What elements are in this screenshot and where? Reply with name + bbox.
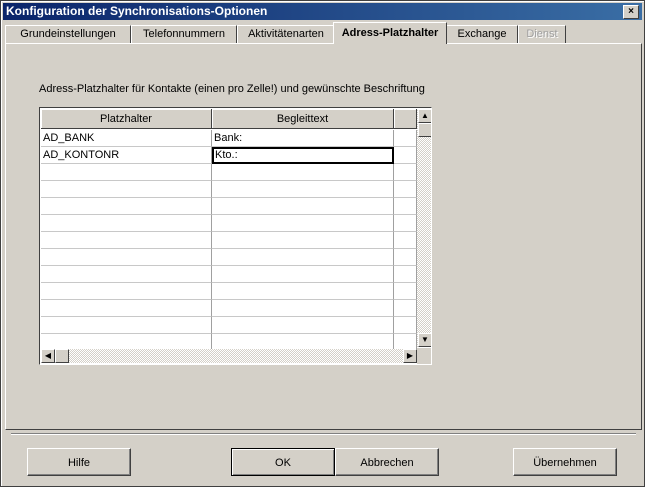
cell-empty: [394, 317, 417, 334]
cell-begleittext[interactable]: [212, 215, 394, 232]
cell-begleittext[interactable]: [212, 266, 394, 283]
scroll-right-button[interactable]: ▶: [403, 349, 417, 363]
divider: [11, 433, 636, 435]
table-row[interactable]: [41, 198, 417, 215]
cell-platzhalter[interactable]: [41, 283, 212, 300]
table-row[interactable]: AD_BANK Bank:: [41, 130, 417, 147]
close-icon: ×: [628, 6, 634, 17]
scroll-left-button[interactable]: ◀: [41, 349, 55, 363]
scroll-up-button[interactable]: ▲: [418, 109, 431, 123]
table-row[interactable]: [41, 232, 417, 249]
scroll-down-button[interactable]: ▼: [418, 333, 431, 347]
table-row[interactable]: [41, 249, 417, 266]
cell-empty: [394, 300, 417, 317]
cell-platzhalter[interactable]: [41, 317, 212, 334]
cell-empty: [394, 232, 417, 249]
cell-platzhalter[interactable]: [41, 215, 212, 232]
placeholder-grid[interactable]: Platzhalter Begleittext AD_BANK Bank: AD_K…: [39, 107, 432, 365]
table-row[interactable]: [41, 300, 417, 317]
column-header-empty: [394, 109, 417, 129]
cell-begleittext[interactable]: [212, 232, 394, 249]
cell-begleittext[interactable]: Kto.:: [212, 147, 394, 164]
cell-empty: [394, 249, 417, 266]
cell-platzhalter[interactable]: [41, 232, 212, 249]
cell-begleittext[interactable]: [212, 164, 394, 181]
arrow-up-icon: ▲: [421, 111, 429, 120]
cell-platzhalter[interactable]: AD_BANK: [41, 130, 212, 147]
cell-platzhalter[interactable]: [41, 249, 212, 266]
cell-begleittext[interactable]: [212, 317, 394, 334]
tab-dienst: Dienst: [518, 25, 566, 43]
apply-button[interactable]: Übernehmen: [513, 448, 617, 476]
table-row[interactable]: AD_KONTONR Kto.:: [41, 147, 417, 164]
cell-empty: [394, 266, 417, 283]
table-row[interactable]: [41, 317, 417, 334]
tab-grundeinstellungen[interactable]: Grundeinstellungen: [5, 25, 131, 43]
vertical-scroll-thumb[interactable]: [418, 123, 431, 137]
tab-aktivitaetenarten[interactable]: Aktivitätenarten: [237, 25, 335, 43]
placeholder-description: Adress-Platzhalter für Kontakte (einen p…: [39, 83, 425, 95]
arrow-right-icon: ▶: [406, 351, 414, 360]
cell-empty: [394, 147, 417, 164]
cell-empty: [394, 130, 417, 147]
ok-button[interactable]: OK: [231, 448, 335, 476]
title-bar[interactable]: Konfiguration der Synchronisations-Optio…: [3, 3, 642, 20]
tab-telefonnummern[interactable]: Telefonnummern: [131, 25, 237, 43]
cell-empty: [394, 215, 417, 232]
arrow-down-icon: ▼: [421, 335, 429, 344]
cell-empty: [394, 181, 417, 198]
cell-platzhalter[interactable]: AD_KONTONR: [41, 147, 212, 164]
cell-begleittext[interactable]: [212, 283, 394, 300]
table-row[interactable]: [41, 283, 417, 300]
close-button[interactable]: ×: [623, 5, 639, 19]
tab-adress-platzhalter[interactable]: Adress-Platzhalter: [333, 22, 447, 44]
cell-begleittext[interactable]: [212, 198, 394, 215]
table-row[interactable]: [41, 266, 417, 283]
table-row[interactable]: [41, 164, 417, 181]
column-header-begleittext[interactable]: Begleittext: [212, 109, 394, 129]
cell-begleittext[interactable]: [212, 249, 394, 266]
cell-begleittext[interactable]: [212, 300, 394, 317]
cell-platzhalter[interactable]: [41, 198, 212, 215]
table-row[interactable]: [41, 181, 417, 198]
cell-begleittext[interactable]: [212, 181, 394, 198]
tab-exchange[interactable]: Exchange: [446, 25, 518, 43]
horizontal-scroll-thumb[interactable]: [55, 349, 69, 363]
column-header-platzhalter[interactable]: Platzhalter: [41, 109, 212, 129]
scrollbar-corner: [417, 348, 431, 364]
vertical-scrollbar[interactable]: ▲ ▼: [417, 109, 431, 347]
cell-begleittext[interactable]: Bank:: [212, 130, 394, 147]
table-row[interactable]: [41, 215, 417, 232]
cell-platzhalter[interactable]: [41, 181, 212, 198]
cell-platzhalter[interactable]: [41, 300, 212, 317]
cell-empty: [394, 198, 417, 215]
cell-empty: [394, 164, 417, 181]
cell-platzhalter[interactable]: [41, 266, 212, 283]
arrow-left-icon: ◀: [44, 351, 52, 360]
dialog-window: Konfiguration der Synchronisations-Optio…: [0, 0, 645, 487]
horizontal-scrollbar[interactable]: ◀ ▶: [41, 349, 417, 363]
cancel-button[interactable]: Abbrechen: [335, 448, 439, 476]
window-title: Konfiguration der Synchronisations-Optio…: [6, 4, 268, 18]
cell-empty: [394, 283, 417, 300]
help-button[interactable]: Hilfe: [27, 448, 131, 476]
cell-platzhalter[interactable]: [41, 164, 212, 181]
